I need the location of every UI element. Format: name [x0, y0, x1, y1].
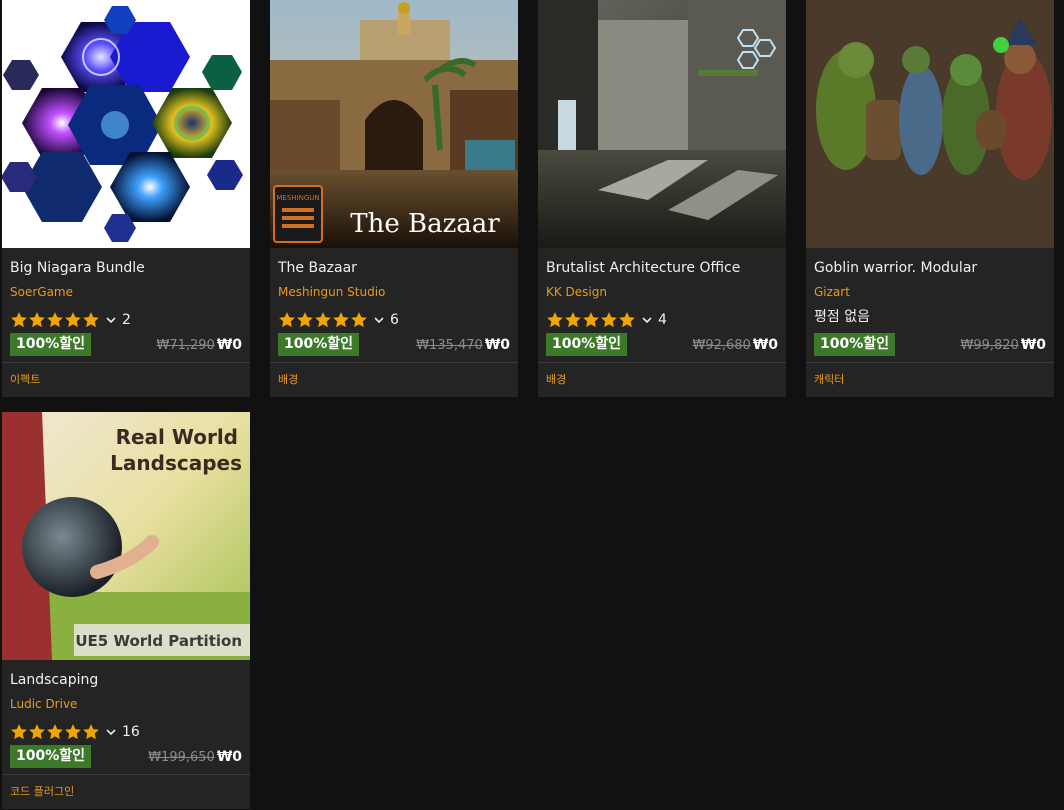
- product-category[interactable]: 캐릭터: [814, 371, 844, 387]
- discount-badge: 100%할인: [10, 745, 92, 768]
- svg-text:MESHINGUN: MESHINGUN: [276, 194, 319, 202]
- current-price: ₩0: [484, 337, 510, 353]
- product-card[interactable]: Big Niagara Bundle SoerGame 2 100%할인 ₩71…: [2, 0, 250, 397]
- product-card[interactable]: Real World Landscapes UE5 World Partitio…: [2, 412, 250, 809]
- star-icon: [333, 312, 349, 328]
- discount-badge: 100%할인: [10, 333, 92, 356]
- thumb-title-line1: Real World: [116, 425, 238, 449]
- product-thumbnail[interactable]: [2, 0, 250, 248]
- thumb-banner-text: UE5 World Partition: [75, 632, 242, 650]
- star-icon: [29, 724, 45, 740]
- original-price: ₩99,820: [960, 338, 1019, 353]
- star-icon: [601, 312, 617, 328]
- bazaar-scene-image: MESHINGUN The Bazaar: [270, 0, 518, 248]
- star-icon: [583, 312, 599, 328]
- rating-stars: [10, 311, 100, 329]
- star-icon: [619, 312, 635, 328]
- product-category[interactable]: 배경: [546, 371, 566, 387]
- review-count: 16: [122, 724, 140, 740]
- divider: [806, 362, 1054, 363]
- product-title[interactable]: Landscaping: [10, 672, 98, 688]
- rating-stars: [278, 311, 368, 329]
- current-price: ₩0: [216, 337, 242, 353]
- star-icon: [315, 312, 331, 328]
- chevron-down-icon[interactable]: [640, 313, 654, 327]
- current-price: ₩0: [752, 337, 778, 353]
- star-icon: [47, 724, 63, 740]
- product-card[interactable]: Goblin warrior. Modular Gizart 평점 없음 100…: [806, 0, 1054, 397]
- current-price: ₩0: [1020, 337, 1046, 353]
- star-icon: [29, 312, 45, 328]
- product-seller[interactable]: SoerGame: [10, 285, 73, 299]
- price-block: ₩135,470 ₩0: [416, 337, 510, 353]
- original-price: ₩135,470: [416, 338, 483, 353]
- product-title[interactable]: Goblin warrior. Modular: [814, 260, 977, 276]
- chevron-down-icon[interactable]: [104, 313, 118, 327]
- star-icon: [65, 312, 81, 328]
- product-card[interactable]: MESHINGUN The Bazaar The Bazaar Meshingu…: [270, 0, 518, 397]
- divider: [538, 362, 786, 363]
- landscaping-image: Real World Landscapes UE5 World Partitio…: [2, 412, 250, 660]
- product-thumbnail[interactable]: [806, 0, 1054, 248]
- rating-stars: [546, 311, 636, 329]
- product-rating: 4: [546, 308, 667, 332]
- product-thumbnail[interactable]: Real World Landscapes UE5 World Partitio…: [2, 412, 250, 660]
- product-rating: 2: [10, 308, 131, 332]
- product-rating: 6: [278, 308, 399, 332]
- review-count: 6: [390, 312, 399, 328]
- product-thumbnail[interactable]: [538, 0, 786, 248]
- star-icon: [565, 312, 581, 328]
- product-rating: 16: [10, 720, 140, 744]
- product-category[interactable]: 코드 플러그인: [10, 783, 74, 799]
- discount-badge: 100%할인: [278, 333, 360, 356]
- product-title[interactable]: Brutalist Architecture Office: [546, 260, 740, 276]
- product-card[interactable]: Brutalist Architecture Office KK Design …: [538, 0, 786, 397]
- divider: [270, 362, 518, 363]
- price-block: ₩199,650 ₩0: [148, 749, 242, 765]
- product-title[interactable]: Big Niagara Bundle: [10, 260, 145, 276]
- product-seller[interactable]: Ludic Drive: [10, 697, 77, 711]
- no-rating-text: 평점 없음: [814, 309, 870, 325]
- price-block: ₩71,290 ₩0: [156, 337, 242, 353]
- thumb-title-text: The Bazaar: [350, 209, 500, 239]
- product-category[interactable]: 이펙트: [10, 371, 40, 387]
- goblin-warriors-image: [806, 0, 1054, 248]
- chevron-down-icon[interactable]: [372, 313, 386, 327]
- current-price: ₩0: [216, 749, 242, 765]
- divider: [2, 362, 250, 363]
- niagara-hexagon-image: [2, 6, 243, 242]
- thumb-title-line2: Landscapes: [110, 451, 242, 475]
- product-title[interactable]: The Bazaar: [278, 260, 357, 276]
- star-icon: [11, 312, 27, 328]
- original-price: ₩199,650: [148, 750, 215, 765]
- star-icon: [351, 312, 367, 328]
- discount-badge: 100%할인: [546, 333, 628, 356]
- product-seller[interactable]: Meshingun Studio: [278, 285, 385, 299]
- product-thumbnail[interactable]: MESHINGUN The Bazaar: [270, 0, 518, 248]
- star-icon: [547, 312, 563, 328]
- price-block: ₩92,680 ₩0: [692, 337, 778, 353]
- discount-badge: 100%할인: [814, 333, 896, 356]
- review-count: 2: [122, 312, 131, 328]
- original-price: ₩92,680: [692, 338, 751, 353]
- original-price: ₩71,290: [156, 338, 215, 353]
- review-count: 4: [658, 312, 667, 328]
- chevron-down-icon[interactable]: [104, 725, 118, 739]
- price-block: ₩99,820 ₩0: [960, 337, 1046, 353]
- brutalist-office-image: [538, 0, 786, 248]
- star-icon: [297, 312, 313, 328]
- star-icon: [279, 312, 295, 328]
- star-icon: [65, 724, 81, 740]
- star-icon: [83, 724, 99, 740]
- product-seller[interactable]: Gizart: [814, 285, 850, 299]
- product-category[interactable]: 배경: [278, 371, 298, 387]
- product-seller[interactable]: KK Design: [546, 285, 607, 299]
- star-icon: [47, 312, 63, 328]
- rating-stars: [10, 723, 100, 741]
- star-icon: [83, 312, 99, 328]
- star-icon: [11, 724, 27, 740]
- divider: [2, 774, 250, 775]
